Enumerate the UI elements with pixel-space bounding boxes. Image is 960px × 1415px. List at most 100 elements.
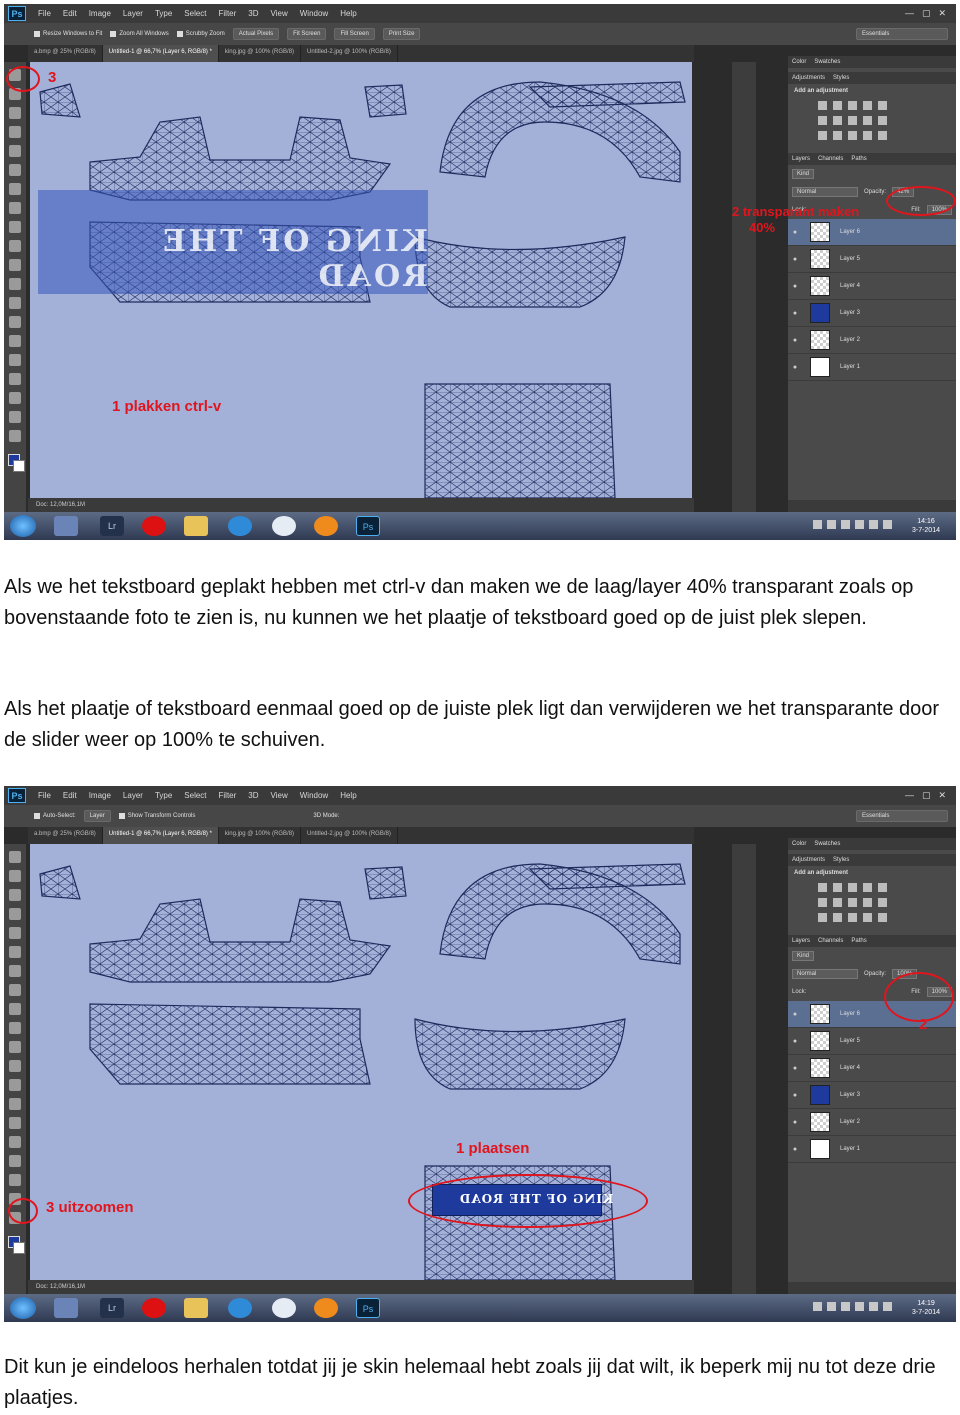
- tab-styles[interactable]: Styles: [833, 75, 849, 81]
- eraser-tool-icon[interactable]: [9, 1041, 21, 1053]
- crop-tool-icon[interactable]: [9, 927, 21, 939]
- menu-edit[interactable]: Edit: [57, 791, 83, 800]
- dodge-tool-icon[interactable]: [9, 1098, 21, 1110]
- network-icon[interactable]: [883, 520, 892, 529]
- menu-3d[interactable]: 3D: [242, 9, 264, 18]
- visibility-eye-icon[interactable]: ●: [788, 229, 802, 236]
- tab-swatches[interactable]: Swatches: [814, 841, 840, 847]
- maximize-icon[interactable]: ▢: [922, 790, 931, 801]
- internet-explorer-icon[interactable]: [228, 1298, 252, 1318]
- photo-filter-icon[interactable]: [863, 898, 872, 907]
- blend-mode-select[interactable]: Normal: [792, 187, 858, 197]
- actual-pixels-button[interactable]: Actual Pixels: [232, 28, 280, 40]
- threshold-icon[interactable]: [848, 913, 857, 922]
- close-icon[interactable]: ✕: [938, 790, 946, 801]
- firefox-icon[interactable]: [314, 1298, 338, 1318]
- levels-icon[interactable]: [833, 883, 842, 892]
- menu-window[interactable]: Window: [294, 791, 334, 800]
- pasted-banner-semitransparent[interactable]: KING OF THE ROAD: [38, 190, 428, 294]
- blur-tool-icon[interactable]: [9, 297, 21, 309]
- tab-adjustments[interactable]: Adjustments: [792, 75, 825, 81]
- vibrance-icon[interactable]: [878, 883, 887, 892]
- app-taskbar-icon[interactable]: [272, 516, 296, 536]
- gradient-map-icon[interactable]: [863, 913, 872, 922]
- selective-color-icon[interactable]: [878, 131, 887, 140]
- invert-icon[interactable]: [818, 913, 827, 922]
- brush-tool-icon[interactable]: [9, 202, 21, 214]
- tab-paths[interactable]: Paths: [851, 156, 866, 162]
- tab-channels[interactable]: Channels: [818, 156, 843, 162]
- fill-screen-button[interactable]: Fill Screen: [334, 28, 375, 40]
- tray-icon[interactable]: [841, 520, 850, 529]
- curves-icon[interactable]: [848, 883, 857, 892]
- minimize-icon[interactable]: —: [905, 790, 914, 801]
- eyedropper-tool-icon[interactable]: [9, 164, 21, 176]
- marquee-tool-icon[interactable]: [9, 870, 21, 882]
- layer-row[interactable]: ● Layer 2: [788, 1109, 956, 1136]
- menu-view[interactable]: View: [265, 9, 294, 18]
- volume-icon[interactable]: [869, 1302, 878, 1311]
- app-taskbar-icon[interactable]: [272, 1298, 296, 1318]
- tab-document-active[interactable]: Untitled-1 @ 66,7% (Layer 6, RGB/8) *: [102, 45, 219, 62]
- layer-row[interactable]: ● Layer 3: [788, 1082, 956, 1109]
- layer-row[interactable]: ● Layer 1: [788, 1136, 956, 1163]
- gradient-tool-icon[interactable]: [9, 1060, 21, 1072]
- scrubby-zoom-checkbox[interactable]: Scrubby Zoom: [176, 31, 225, 37]
- brightness-icon[interactable]: [818, 883, 827, 892]
- layer-row[interactable]: ● Layer 3: [788, 300, 956, 327]
- layer-row[interactable]: ● Layer 4: [788, 273, 956, 300]
- minimize-icon[interactable]: —: [905, 8, 914, 19]
- history-brush-tool-icon[interactable]: [9, 240, 21, 252]
- black-white-icon[interactable]: [848, 116, 857, 125]
- visibility-eye-icon[interactable]: ●: [788, 256, 802, 263]
- start-button-icon[interactable]: [10, 1297, 36, 1319]
- channel-mixer-icon[interactable]: [878, 898, 887, 907]
- workspace-select[interactable]: Essentials: [856, 810, 948, 822]
- menu-file[interactable]: File: [32, 9, 57, 18]
- eyedropper-tool-icon[interactable]: [9, 946, 21, 958]
- path-select-tool-icon[interactable]: [9, 1155, 21, 1167]
- black-white-icon[interactable]: [848, 898, 857, 907]
- gradient-tool-icon[interactable]: [9, 278, 21, 290]
- visibility-eye-icon[interactable]: ●: [788, 1065, 802, 1072]
- tray-icon[interactable]: [827, 520, 836, 529]
- quick-select-tool-icon[interactable]: [9, 126, 21, 138]
- tab-adjustments[interactable]: Adjustments: [792, 857, 825, 863]
- visibility-eye-icon[interactable]: ●: [788, 310, 802, 317]
- levels-icon[interactable]: [833, 101, 842, 110]
- tab-layers[interactable]: Layers: [792, 938, 810, 944]
- dodge-tool-icon[interactable]: [9, 316, 21, 328]
- tab-document[interactable]: a.bmp @ 25% (RGB/8): [28, 45, 103, 62]
- auto-select-checkbox[interactable]: Auto-Select:: [34, 813, 76, 819]
- start-button-icon[interactable]: [10, 515, 36, 537]
- blur-tool-icon[interactable]: [9, 1079, 21, 1091]
- menu-help[interactable]: Help: [334, 791, 362, 800]
- folder-icon[interactable]: [184, 516, 208, 536]
- lightroom-icon[interactable]: Lr: [100, 1298, 124, 1318]
- visibility-eye-icon[interactable]: ●: [788, 337, 802, 344]
- auto-select-target[interactable]: Layer: [83, 810, 111, 822]
- menu-edit[interactable]: Edit: [57, 9, 83, 18]
- app-taskbar-icon[interactable]: [54, 1298, 78, 1318]
- tab-document[interactable]: Untitled-2.jpg @ 100% (RGB/8): [301, 827, 398, 844]
- menu-view[interactable]: View: [265, 791, 294, 800]
- shape-tool-icon[interactable]: [9, 1174, 21, 1186]
- photoshop-icon[interactable]: Ps: [356, 1298, 380, 1318]
- stamp-tool-icon[interactable]: [9, 221, 21, 233]
- visibility-eye-icon[interactable]: ●: [788, 1146, 802, 1153]
- layer-row[interactable]: ● Layer 4: [788, 1055, 956, 1082]
- selective-color-icon[interactable]: [878, 913, 887, 922]
- folder-icon[interactable]: [184, 1298, 208, 1318]
- visibility-eye-icon[interactable]: ●: [788, 1119, 802, 1126]
- photo-filter-icon[interactable]: [863, 116, 872, 125]
- system-clock[interactable]: 14:19 3-7-2014: [912, 1299, 940, 1317]
- blend-mode-select[interactable]: Normal: [792, 969, 858, 979]
- photoshop-icon[interactable]: Ps: [356, 516, 380, 536]
- posterize-icon[interactable]: [833, 131, 842, 140]
- menu-help[interactable]: Help: [334, 9, 362, 18]
- posterize-icon[interactable]: [833, 913, 842, 922]
- lasso-tool-icon[interactable]: [9, 107, 21, 119]
- hue-saturation-icon[interactable]: [818, 116, 827, 125]
- crop-tool-icon[interactable]: [9, 145, 21, 157]
- tab-document[interactable]: king.jpg @ 100% (RGB/8): [219, 45, 302, 62]
